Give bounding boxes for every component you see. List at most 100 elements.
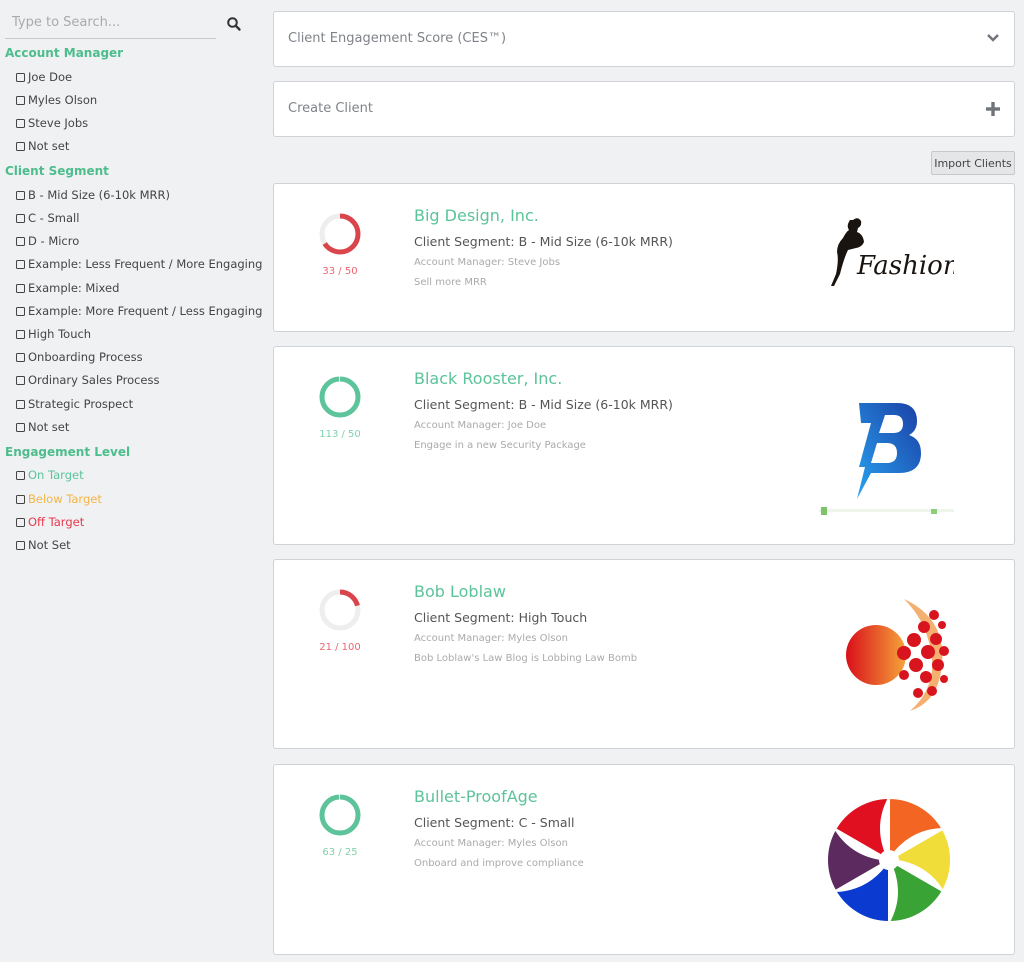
ces-panel-title: Client Engagement Score (CES™)	[288, 31, 507, 46]
checkbox-icon[interactable]	[16, 422, 25, 432]
filter-checkbox-not-set[interactable]: Not Set	[16, 538, 71, 552]
filter-label: High Touch	[28, 327, 92, 341]
create-client-panel[interactable]: Create Client	[273, 81, 1015, 137]
checkbox-icon[interactable]	[16, 72, 25, 82]
checkbox-icon[interactable]	[16, 190, 25, 200]
client-goal: Onboard and improve compliance	[414, 858, 584, 869]
filter-label: Example: Less Frequent / More Engaging	[28, 257, 263, 271]
svg-text:Fashion: Fashion	[856, 251, 954, 281]
filter-checkbox-segment[interactable]: B - Mid Size (6-10k MRR)	[16, 188, 170, 202]
account-manager: Account Manager: Myles Olson	[414, 838, 568, 849]
create-client-title: Create Client	[288, 101, 373, 116]
client-name-link[interactable]: Bullet-ProofAge	[414, 787, 538, 806]
search-field[interactable]	[5, 8, 216, 39]
filter-checkbox-off-target[interactable]: Off Target	[16, 515, 84, 529]
filter-checkbox-segment[interactable]: Onboarding Process	[16, 350, 143, 364]
client-segment: Client Segment: High Touch	[414, 610, 588, 625]
checkbox-icon[interactable]	[16, 95, 25, 105]
filter-checkbox-manager[interactable]: Myles Olson	[16, 93, 97, 107]
filter-label: Example: More Frequent / Less Engaging	[28, 304, 263, 318]
filter-label: Steve Jobs	[28, 116, 89, 130]
filter-checkbox-segment[interactable]: Example: More Frequent / Less Engaging	[16, 304, 262, 318]
engagement-ring	[319, 213, 361, 255]
filter-label: Not set	[28, 420, 70, 434]
filter-checkbox-segment[interactable]: Example: Less Frequent / More Engaging	[16, 257, 262, 271]
search-input[interactable]	[5, 8, 216, 36]
checkbox-icon[interactable]	[16, 213, 25, 223]
checkbox-icon[interactable]	[16, 283, 25, 293]
filter-label: B - Mid Size (6-10k MRR)	[28, 188, 170, 202]
chevron-down-icon[interactable]	[986, 32, 1000, 44]
engagement-ring	[319, 794, 361, 836]
filter-label: Myles Olson	[28, 93, 98, 107]
client-segment: Client Segment: C - Small	[414, 815, 575, 830]
client-name-link[interactable]: Bob Loblaw	[414, 582, 506, 601]
filter-label: Below Target	[28, 492, 102, 506]
fashion-logo: Fashion	[831, 218, 954, 286]
ring-progress-arc	[319, 376, 361, 418]
checkbox-icon[interactable]	[16, 352, 25, 362]
client-segment: Client Segment: B - Mid Size (6-10k MRR)	[414, 397, 673, 412]
client-goal: Bob Loblaw's Law Blog is Lobbing Law Bom…	[414, 653, 638, 664]
filter-checkbox-segment[interactable]: D - Micro	[16, 234, 79, 248]
checkbox-icon[interactable]	[16, 470, 25, 480]
account-manager: Account Manager: Joe Doe	[414, 420, 547, 431]
filter-checkbox-segment[interactable]: Ordinary Sales Process	[16, 373, 160, 387]
client-segment: Client Segment: B - Mid Size (6-10k MRR)	[414, 234, 673, 249]
engagement-ring	[319, 376, 361, 418]
filter-checkbox-segment[interactable]: High Touch	[16, 327, 91, 341]
ces-panel[interactable]: Client Engagement Score (CES™)	[273, 11, 1015, 67]
filter-label: Joe Doe	[28, 70, 73, 84]
filter-label: Strategic Prospect	[28, 397, 134, 411]
account-manager: Account Manager: Steve Jobs	[414, 257, 561, 268]
filter-label: Not Set	[28, 538, 71, 552]
checkbox-icon[interactable]	[16, 399, 25, 409]
client-card: 63 / 25 Bullet-ProofAge Client Segment: …	[273, 764, 1015, 955]
filter-group-client-segment: Client Segment	[5, 164, 109, 178]
filter-checkbox-segment[interactable]: Example: Mixed	[16, 281, 119, 295]
filter-checkbox-segment[interactable]: Not set	[16, 420, 69, 434]
filter-checkbox-manager[interactable]: Joe Doe	[16, 70, 72, 84]
filter-checkbox-segment[interactable]: C - Small	[16, 211, 79, 225]
engagement-ring	[319, 589, 361, 631]
score-text: 113 / 50	[319, 429, 361, 440]
checkbox-icon[interactable]	[16, 141, 25, 151]
checkbox-icon[interactable]	[16, 118, 25, 128]
checkbox-icon[interactable]	[16, 306, 25, 316]
checkbox-icon[interactable]	[16, 375, 25, 385]
checkbox-icon[interactable]	[16, 517, 25, 527]
filter-label: Not set	[28, 139, 70, 153]
search-icon[interactable]	[226, 16, 242, 32]
score-text: 33 / 50	[322, 266, 358, 277]
red-sphere-logo	[846, 599, 949, 711]
filter-checkbox-below-target[interactable]: Below Target	[16, 492, 102, 506]
filter-label: Onboarding Process	[28, 350, 143, 364]
checkbox-icon[interactable]	[16, 329, 25, 339]
import-clients-button[interactable]: Import Clients	[931, 151, 1015, 175]
client-name-link[interactable]: Big Design, Inc.	[414, 206, 539, 225]
client-goal: Sell more MRR	[414, 277, 487, 288]
checkbox-icon[interactable]	[16, 494, 25, 504]
filter-checkbox-manager[interactable]: Not set	[16, 139, 69, 153]
client-card: 113 / 50 Black Rooster, Inc. Client Segm…	[273, 346, 1015, 545]
filter-checkbox-manager[interactable]: Steve Jobs	[16, 116, 88, 130]
checkbox-icon[interactable]	[16, 540, 25, 550]
ring-progress-arc	[319, 794, 361, 836]
filter-label: C - Small	[28, 211, 80, 225]
filter-checkbox-on-target[interactable]: On Target	[16, 468, 84, 482]
filter-label: Example: Mixed	[28, 281, 120, 295]
rainbow-swirl-logo	[826, 797, 952, 923]
account-manager: Account Manager: Myles Olson	[414, 633, 568, 644]
lightning-b-logo	[819, 403, 954, 515]
client-card: 33 / 50 Big Design, Inc. Client Segment:…	[273, 183, 1015, 332]
checkbox-icon[interactable]	[16, 259, 25, 269]
filter-label: Off Target	[28, 515, 85, 529]
filter-checkbox-segment[interactable]: Strategic Prospect	[16, 397, 133, 411]
score-text: 63 / 25	[322, 847, 358, 858]
client-card: 21 / 100 Bob Loblaw Client Segment: High…	[273, 559, 1015, 749]
filter-group-account-manager: Account Manager	[5, 46, 124, 60]
client-name-link[interactable]: Black Rooster, Inc.	[414, 369, 562, 388]
score-text: 21 / 100	[319, 642, 361, 653]
plus-icon[interactable]	[986, 102, 1000, 116]
checkbox-icon[interactable]	[16, 236, 25, 246]
